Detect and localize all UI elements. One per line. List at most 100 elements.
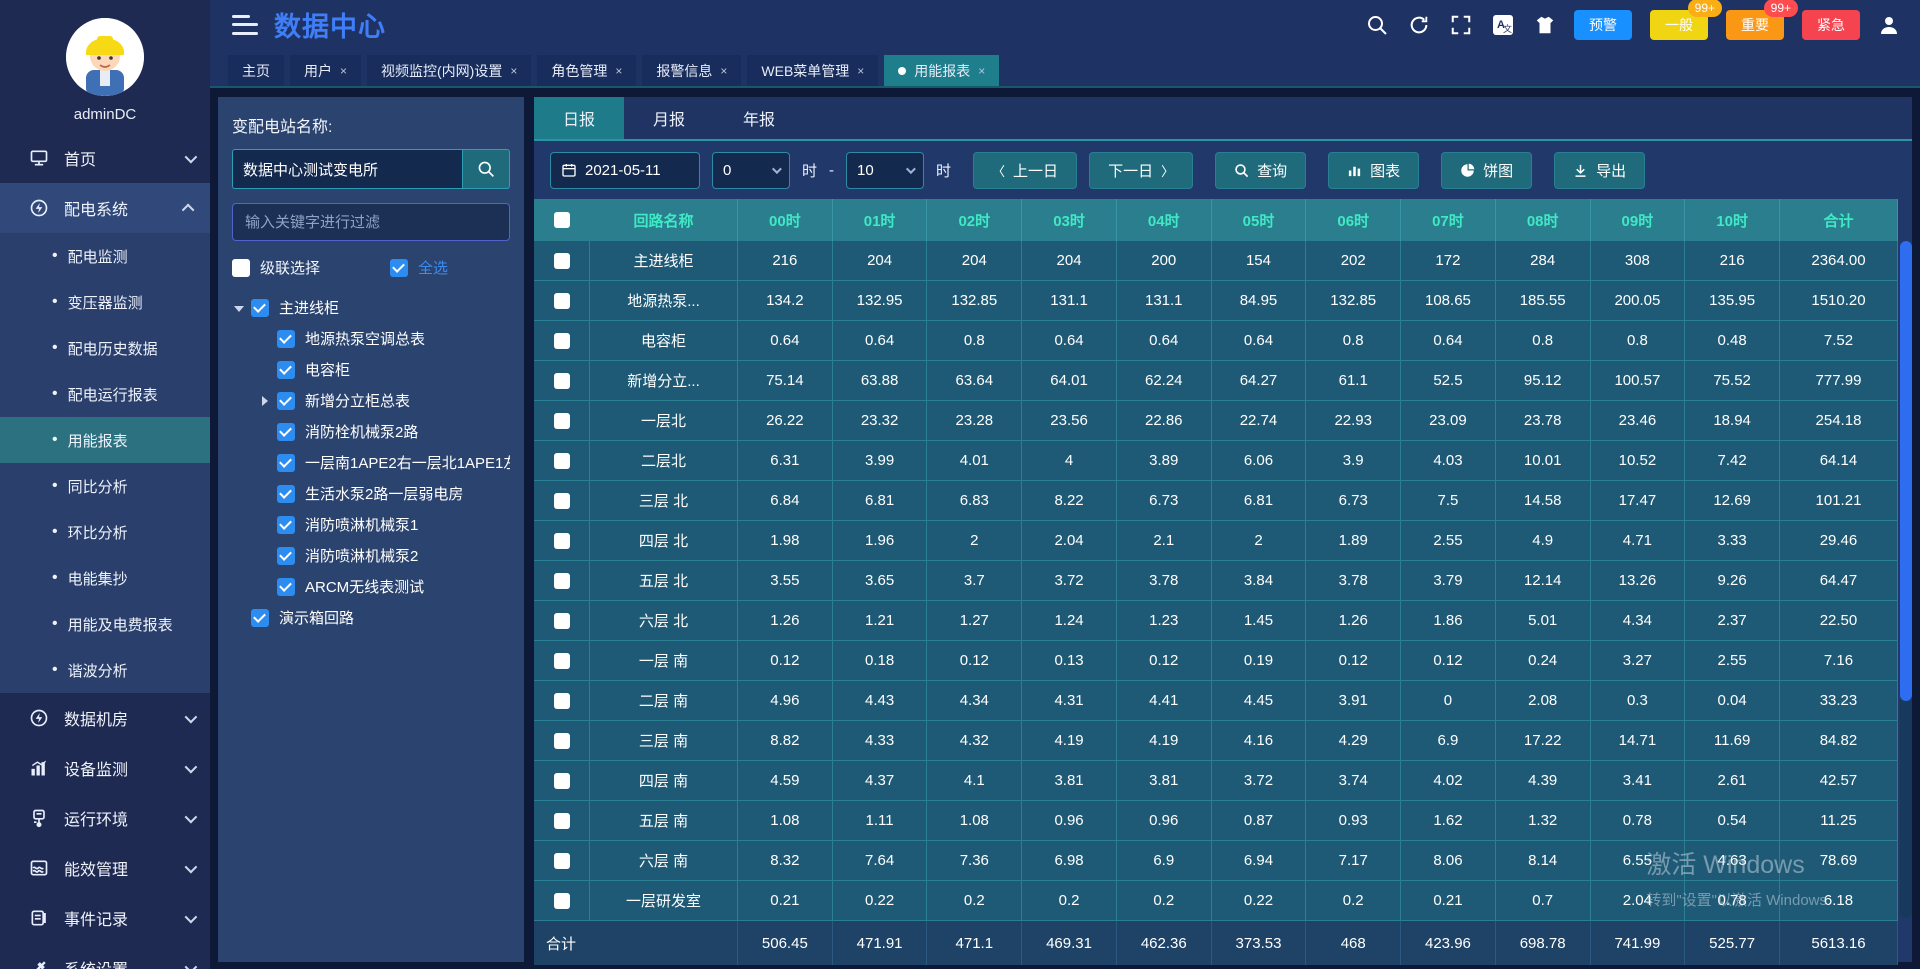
table-row[interactable]: 五层 南1.081.111.080.960.960.870.931.621.32… (534, 801, 1898, 841)
table-row[interactable]: 一层 南0.120.180.120.130.120.190.120.120.24… (534, 641, 1898, 681)
tree-node-一层南1APE2右一层北1APE1左[interactable]: 一层南1APE2右一层北1APE1左 (232, 447, 510, 478)
tree-node-消防喷淋机械泵2[interactable]: 消防喷淋机械泵2 (232, 540, 510, 571)
sidebar-item-3[interactable]: 设备监测 (0, 743, 210, 793)
table-row[interactable]: 二层 南4.964.434.344.314.414.453.9102.080.3… (534, 681, 1898, 721)
close-icon[interactable]: × (340, 64, 347, 78)
tree-node-主进线柜[interactable]: 主进线柜 (232, 292, 510, 323)
alert-button-预警[interactable]: 预警 (1574, 10, 1632, 40)
caret-right-icon[interactable] (258, 394, 272, 408)
table-row[interactable]: 主进线柜216204204204200154202172284308216236… (534, 241, 1898, 281)
submenu-item-配电历史数据[interactable]: •配电历史数据 (0, 325, 210, 371)
tree-node-生活水泵2路一层弱电房[interactable]: 生活水泵2路一层弱电房 (232, 478, 510, 509)
sidebar-item-4[interactable]: 运行环境 (0, 793, 210, 843)
station-search-button[interactable] (462, 149, 510, 189)
tree-checkbox[interactable] (251, 299, 269, 317)
tab-报警信息[interactable]: 报警信息× (642, 55, 741, 86)
query-button[interactable]: 查询 (1215, 152, 1306, 189)
hour-to-select[interactable]: 10 (846, 152, 924, 189)
tab-WEB菜单管理[interactable]: WEB菜单管理× (747, 55, 878, 86)
sidebar-item-0[interactable]: 首页 (0, 133, 210, 183)
sidebar-item-2[interactable]: 数据机房 (0, 693, 210, 743)
select-all-label[interactable]: 全选 (418, 257, 448, 278)
submenu-item-用能报表[interactable]: •用能报表 (0, 417, 210, 463)
tree-node-ARCM无线表测试[interactable]: ARCM无线表测试 (232, 571, 510, 602)
tree-checkbox[interactable] (251, 609, 269, 627)
next-day-button[interactable]: 下一日〉 (1089, 152, 1193, 189)
submenu-item-同比分析[interactable]: •同比分析 (0, 463, 210, 509)
theme-icon[interactable] (1532, 12, 1558, 38)
cascade-checkbox[interactable] (232, 259, 250, 277)
submenu-item-配电运行报表[interactable]: •配电运行报表 (0, 371, 210, 417)
table-row[interactable]: 二层北6.313.994.0143.896.063.94.0310.0110.5… (534, 441, 1898, 481)
row-checkbox[interactable] (554, 813, 570, 829)
tab-用能报表[interactable]: 用能报表× (884, 55, 999, 86)
report-tab-月报[interactable]: 月报 (624, 97, 714, 139)
keyword-filter-input[interactable] (232, 203, 510, 241)
close-icon[interactable]: × (510, 64, 517, 78)
table-row[interactable]: 四层 北1.981.9622.042.121.892.554.94.713.33… (534, 521, 1898, 561)
table-row[interactable]: 五层 北3.553.653.73.723.783.843.783.7912.14… (534, 561, 1898, 601)
tree-checkbox[interactable] (277, 516, 295, 534)
prev-day-button[interactable]: 〈上一日 (973, 152, 1077, 189)
tree-checkbox[interactable] (277, 578, 295, 596)
table-row[interactable]: 新增分立...75.1463.8863.6464.0162.2464.2761.… (534, 361, 1898, 401)
table-row[interactable]: 电容柜0.640.640.80.640.640.640.80.640.80.80… (534, 321, 1898, 361)
submenu-item-谐波分析[interactable]: •谐波分析 (0, 647, 210, 693)
sidebar-item-7[interactable]: 系统设置 (0, 943, 210, 969)
tab-角色管理[interactable]: 角色管理× (537, 55, 636, 86)
tree-node-新增分立柜总表[interactable]: 新增分立柜总表 (232, 385, 510, 416)
tree-checkbox[interactable] (277, 392, 295, 410)
table-row[interactable]: 一层研发室0.210.220.20.20.20.220.20.210.72.04… (534, 881, 1898, 921)
table-row[interactable]: 一层北26.2223.3223.2823.5622.8622.7422.9323… (534, 401, 1898, 441)
tree-checkbox[interactable] (277, 547, 295, 565)
row-checkbox[interactable] (554, 493, 570, 509)
sidebar-item-5[interactable]: 能效管理 (0, 843, 210, 893)
sidebar-item-1[interactable]: 配电系统 (0, 183, 210, 233)
export-button[interactable]: 导出 (1554, 152, 1645, 189)
report-tab-年报[interactable]: 年报 (714, 97, 804, 139)
fullscreen-icon[interactable] (1448, 12, 1474, 38)
submenu-item-用能及电费报表[interactable]: •用能及电费报表 (0, 601, 210, 647)
close-icon[interactable]: × (857, 64, 864, 78)
tree-checkbox[interactable] (277, 485, 295, 503)
hour-from-select[interactable]: 0 (712, 152, 790, 189)
tree-checkbox[interactable] (277, 330, 295, 348)
tree-node-演示箱回路[interactable]: 演示箱回路 (232, 602, 510, 633)
refresh-icon[interactable] (1406, 12, 1432, 38)
alert-button-紧急[interactable]: 紧急 (1802, 10, 1860, 40)
row-checkbox[interactable] (554, 453, 570, 469)
row-checkbox[interactable] (554, 613, 570, 629)
submenu-item-配电监测[interactable]: •配电监测 (0, 233, 210, 279)
row-checkbox[interactable] (554, 653, 570, 669)
tree-checkbox[interactable] (277, 454, 295, 472)
menu-toggle-icon[interactable] (232, 15, 258, 35)
row-checkbox[interactable] (554, 773, 570, 789)
tree-checkbox[interactable] (277, 423, 295, 441)
row-checkbox[interactable] (554, 373, 570, 389)
row-checkbox[interactable] (554, 693, 570, 709)
tab-用户[interactable]: 用户× (290, 55, 361, 86)
row-checkbox[interactable] (554, 573, 570, 589)
user-icon[interactable] (1876, 12, 1902, 38)
select-all-rows-checkbox[interactable] (554, 212, 570, 228)
tree-node-消防喷淋机械泵1[interactable]: 消防喷淋机械泵1 (232, 509, 510, 540)
close-icon[interactable]: × (615, 64, 622, 78)
row-checkbox[interactable] (554, 253, 570, 269)
row-checkbox[interactable] (554, 733, 570, 749)
tab-视频监控(内网)设置[interactable]: 视频监控(内网)设置× (367, 55, 531, 86)
submenu-item-变压器监测[interactable]: •变压器监测 (0, 279, 210, 325)
row-checkbox[interactable] (554, 533, 570, 549)
station-input[interactable] (232, 149, 462, 189)
translate-icon[interactable]: A文 (1490, 12, 1516, 38)
close-icon[interactable]: × (978, 64, 985, 78)
search-icon[interactable] (1364, 12, 1390, 38)
submenu-item-电能集抄[interactable]: •电能集抄 (0, 555, 210, 601)
alert-button-一般[interactable]: 一般99+ (1650, 10, 1708, 40)
scrollbar-thumb[interactable] (1900, 241, 1912, 701)
date-picker[interactable]: 2021-05-11 (550, 152, 700, 189)
sidebar-item-6[interactable]: 事件记录 (0, 893, 210, 943)
table-scrollbar[interactable] (1900, 241, 1912, 918)
table-row[interactable]: 六层 北1.261.211.271.241.231.451.261.865.01… (534, 601, 1898, 641)
row-checkbox[interactable] (554, 333, 570, 349)
close-icon[interactable]: × (720, 64, 727, 78)
